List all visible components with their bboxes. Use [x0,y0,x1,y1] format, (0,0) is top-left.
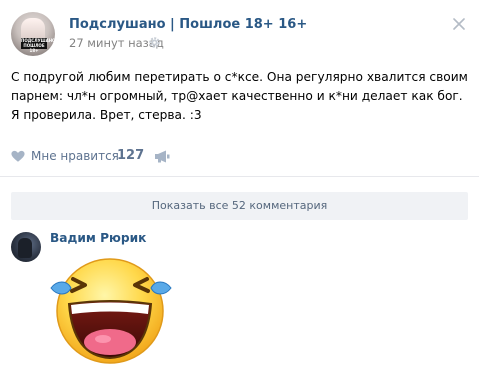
laughing-crying-emoji [50,258,172,364]
show-all-comments-button[interactable]: Показать все 52 комментария [11,192,468,220]
community-avatar[interactable]: ПОДСЛУШАНО ПОШЛОЕ 18+ [11,12,55,56]
comment-author[interactable]: Вадим Рюрик [50,231,146,245]
community-title[interactable]: Подслушано | Пошлое 18+ 16+ [69,17,307,32]
gear-icon[interactable] [148,36,161,49]
megaphone-icon[interactable] [154,150,170,163]
like-count[interactable]: 127 [117,148,144,163]
divider [0,176,479,177]
avatar-figure [18,238,32,258]
close-icon[interactable] [453,18,465,30]
commenter-avatar[interactable] [11,232,41,262]
post-text: С подругой любим перетирать о с*ксе. Она… [11,70,468,122]
avatar-badge-text: ПОДСЛУШАНО ПОШЛОЕ 18+ [21,38,55,53]
heart-icon[interactable] [11,150,25,163]
like-button[interactable]: Мне нравится [31,149,119,163]
